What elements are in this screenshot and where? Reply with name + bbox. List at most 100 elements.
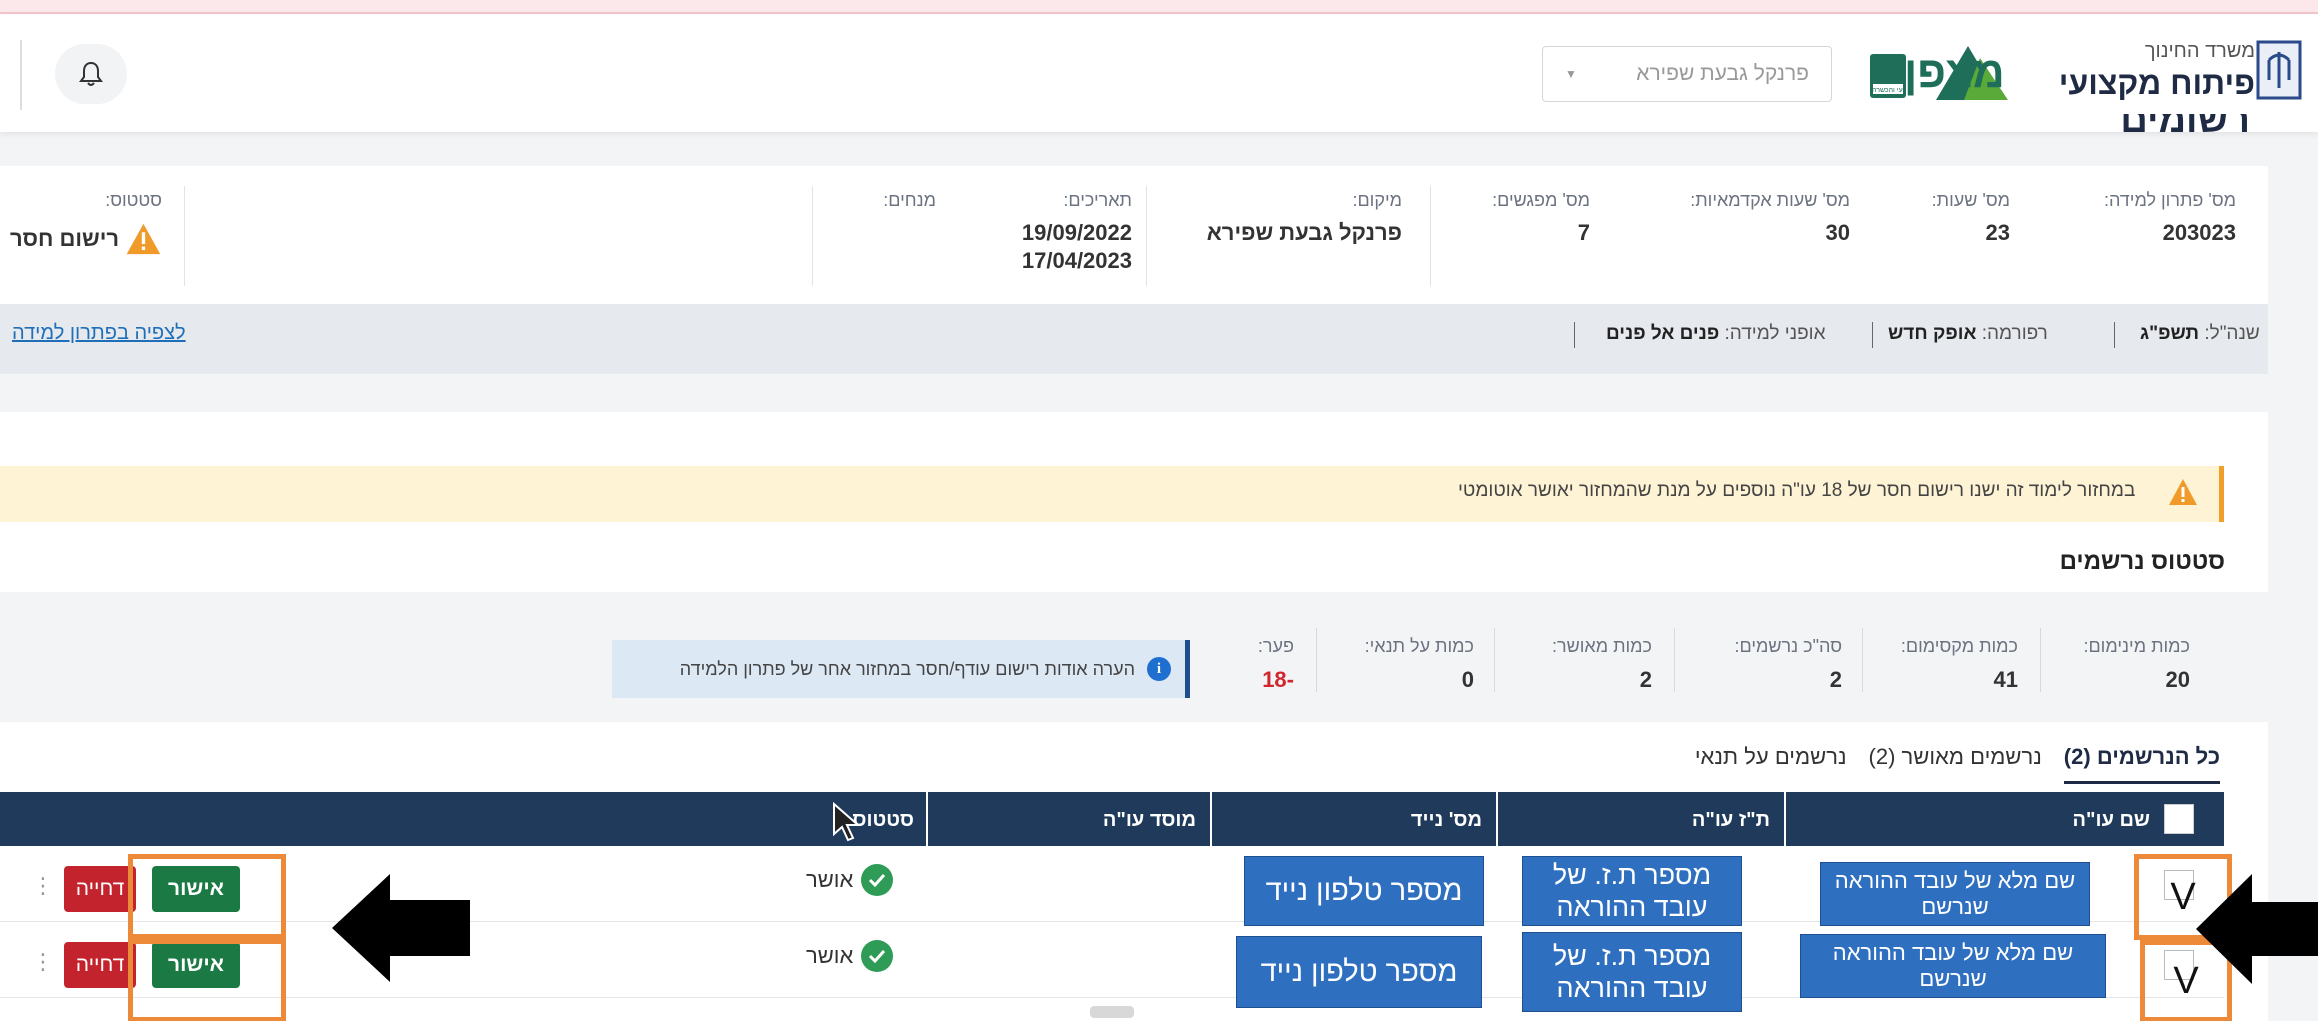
meetings-value: 7 (1577, 220, 1590, 245)
max-value: 41 (1993, 667, 2018, 692)
date-start: 19/09/2022 (1021, 220, 1132, 245)
tab-approved-registrants[interactable]: נרשמים מאושר (2) (1869, 744, 2042, 784)
location-value: פרנקל גבעת שפירא (1206, 220, 1402, 245)
info-divider (1430, 186, 1431, 286)
max-stat: כמות מקסימום: 41 (1880, 636, 2018, 693)
date-end: 17/04/2023 (1021, 248, 1132, 273)
check-circle-icon (861, 864, 894, 896)
approved-stat: כמות מאושר: 2 (1518, 636, 1652, 693)
warning-icon (2169, 479, 2197, 505)
header-divider (20, 40, 22, 110)
more-options-icon[interactable]: ⋮ (32, 950, 54, 975)
registration-note: הערה אודות רישום עודף/חסר במחזור אחר של … (612, 640, 1190, 698)
gap-value: -18 (1262, 667, 1294, 692)
column-header-institution[interactable]: מוסד עו"ה (1060, 800, 1196, 840)
column-divider (926, 792, 928, 846)
approve-highlight (128, 854, 286, 944)
academic-hours-field: מס' שעות אקדמאיות: 30 (1600, 190, 1850, 247)
info-divider (1146, 186, 1147, 286)
meetings-field: מס' מפגשים: 7 (1430, 190, 1590, 247)
hours-field: מס' שעות: 23 (1860, 190, 2010, 247)
gap-stat: פער: -18 (1238, 636, 1294, 693)
site-name: פיתוח מקצועי (2058, 65, 2255, 101)
column-header-name[interactable]: שם עו"ה (1960, 800, 2150, 840)
view-program-link[interactable]: לצפיה בפתרון למידה (12, 322, 186, 345)
more-options-icon[interactable]: ⋮ (32, 874, 54, 899)
learning-mode-meta: אופני למידה: פנים אל פנים (1606, 323, 1826, 344)
id-annotation: מספר ת.ז. של עובד ההוראה (1522, 856, 1742, 926)
horizontal-scrollbar[interactable] (1090, 1006, 1134, 1018)
name-annotation: שם מלא של עובד ההוראה שנרשם (1800, 934, 2106, 998)
info-divider (812, 186, 813, 286)
stat-divider (1494, 628, 1495, 692)
total-stat: סה"כ נרשמים: 2 (1700, 636, 1842, 693)
check-circle-icon (861, 940, 894, 972)
program-number-field: מס' פתרון למידה: 203023 (2040, 190, 2236, 247)
reform-value: אופק חדש (1888, 323, 1977, 344)
min-value: 20 (2165, 667, 2190, 692)
location-field: מיקום: פרנקל גבעת שפירא (1160, 190, 1402, 247)
info-icon: i (1147, 657, 1171, 681)
location-select[interactable]: פרנקל גבעת שפירא ▼ (1542, 46, 1832, 102)
learning-mode-value: פנים אל פנים (1606, 323, 1720, 344)
approve-highlight (128, 934, 286, 1021)
logo-text: מצפן (1904, 48, 2005, 97)
info-divider (184, 186, 185, 286)
reform-meta: רפורמה: אופק חדש (1888, 323, 2048, 344)
mouse-cursor-icon (833, 802, 861, 842)
meta-divider (2114, 322, 2115, 348)
year-value: תשפ"ג (2140, 323, 2200, 344)
total-value: 2 (1829, 667, 1842, 692)
dates-field: תאריכים: 19/09/2022 17/04/2023 (980, 190, 1132, 275)
stat-divider (2040, 628, 2041, 692)
column-divider (1210, 792, 1212, 846)
conditional-stat: כמות על תנאי: 0 (1340, 636, 1474, 693)
matzpen-logo: מצפן פיתוח מקצועי והכשרה (1868, 40, 2013, 108)
stat-divider (1674, 628, 1675, 692)
program-number: 203023 (2162, 220, 2236, 245)
reject-button[interactable]: דחייה (64, 866, 136, 912)
stat-divider (1862, 628, 1863, 692)
stat-divider (1316, 628, 1317, 692)
status-field: סטטוס: רישום חסר (10, 190, 162, 259)
id-annotation: מספר ת.ז. של עובד ההוראה (1522, 932, 1742, 1012)
reject-button[interactable]: דחייה (64, 942, 136, 988)
column-header-mobile[interactable]: מס' נייד (1350, 800, 1482, 840)
meta-divider (1574, 322, 1575, 348)
min-stat: כמות מינימום: 20 (2060, 636, 2190, 693)
approved-value: 2 (1639, 667, 1652, 692)
phone-annotation: מספר טלפון נייד (1244, 856, 1484, 926)
chevron-down-icon: ▼ (1565, 67, 1577, 81)
column-header-id[interactable]: ת"ז עו"ה (1640, 800, 1770, 840)
warning-text: במחזור לימוד זה ישנו רישום חסר של 18 עו"… (1458, 480, 2136, 501)
bell-icon (79, 61, 103, 86)
registrants-tabs: כל הנרשמים (2) נרשמים מאושר (2) נרשמים ע… (1640, 744, 2220, 784)
status-value: רישום חסר (10, 226, 120, 251)
row-status: אושר (806, 864, 894, 896)
hours-value: 23 (1985, 220, 2010, 245)
column-divider (1784, 792, 1786, 846)
academic-hours-value: 30 (1825, 220, 1850, 245)
warning-icon (126, 223, 161, 255)
ministry-name: משרד החינוך (2144, 40, 2255, 62)
tab-conditional-registrants[interactable]: נרשמים על תנאי (1695, 744, 1847, 784)
registrants-status-title: סטטוס נרשמים (2059, 548, 2225, 575)
state-emblem-icon (2256, 40, 2302, 100)
conditional-value: 0 (1461, 667, 1474, 692)
ministry-title: משרד החינוך פיתוח מקצועי (2030, 40, 2255, 102)
logo-subtext: פיתוח מקצועי והכשרה (1872, 87, 1904, 94)
name-annotation: שם מלא של עובד ההוראה שנרשם (1820, 862, 2090, 926)
meta-divider (1872, 322, 1873, 348)
instructors-field: מנחים: (883, 190, 936, 210)
notifications-button[interactable] (55, 44, 127, 104)
year-meta: שנה"ל: תשפ"ג (2140, 323, 2260, 344)
row-status: אושר (806, 940, 894, 972)
registration-note-text: הערה אודות רישום עודף/חסר במחזור אחר של … (679, 658, 1135, 679)
select-all-checkbox[interactable] (2164, 804, 2194, 834)
phone-annotation: מספר טלפון נייד (1236, 936, 1482, 1008)
page-title: רשומים (2120, 114, 2250, 141)
top-alert-strip (0, 0, 2318, 14)
arrow-left-icon (332, 874, 470, 982)
arrow-left-icon (2196, 874, 2318, 984)
tab-all-registrants[interactable]: כל הנרשמים (2) (2063, 744, 2220, 784)
